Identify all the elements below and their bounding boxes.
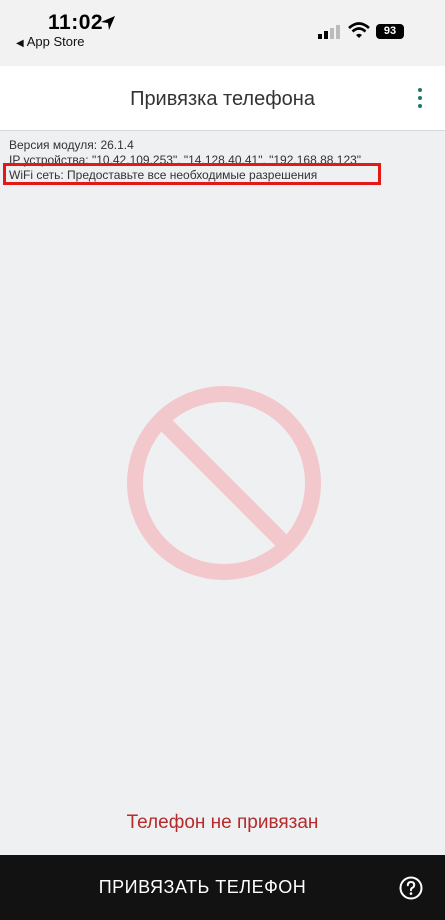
help-icon[interactable] [399,876,423,900]
wifi-icon [348,22,370,38]
prohibited-icon [127,386,321,580]
module-version-text: Версия модуля: 26.1.4 [9,138,134,152]
back-app-label: App Store [26,34,85,49]
status-time: 11:02 [48,11,104,34]
highlight-box [3,163,381,185]
more-vertical-icon[interactable] [410,88,430,110]
back-to-app-store[interactable]: ◀ App Store [16,34,85,49]
bottom-bar: ПРИВЯЗАТЬ ТЕЛЕФОН [0,855,445,920]
back-triangle-icon: ◀ [16,38,24,49]
phone-status-text: Телефон не привязан [126,812,319,833]
bind-phone-button[interactable]: ПРИВЯЗАТЬ ТЕЛЕФОН [0,855,405,920]
page-title: Привязка телефона [130,88,315,110]
location-arrow-icon [101,16,115,30]
status-bar: 11:02 ◀ App Store 93 [0,0,445,66]
cellular-signal-icon [318,25,340,39]
battery-icon: 93 [376,24,404,39]
app-header: Привязка телефона [0,66,445,131]
